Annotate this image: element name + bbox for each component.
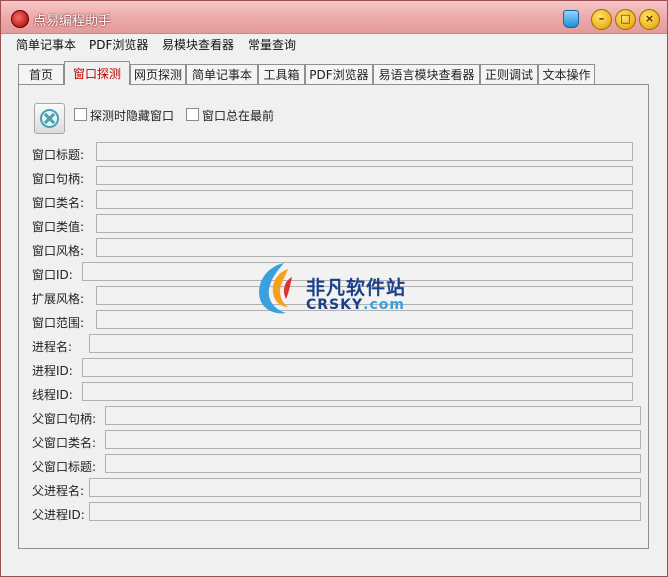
thread-id-field[interactable]	[82, 382, 633, 401]
status-bar	[1, 557, 667, 576]
parent-process-name-field[interactable]	[89, 478, 641, 497]
window-style-field[interactable]	[96, 238, 633, 257]
thread-id-label: 线程ID:	[32, 388, 73, 402]
window-title-field[interactable]	[96, 142, 633, 161]
tab-module-viewer[interactable]: 易语言模块查看器	[373, 64, 480, 84]
pin-icon[interactable]	[563, 10, 579, 28]
parent-handle-field[interactable]	[105, 406, 641, 425]
window-handle-label: 窗口句柄:	[32, 172, 85, 186]
window-class-value-label: 窗口类值:	[32, 220, 85, 234]
parent-title-label: 父窗口标题:	[32, 460, 97, 474]
tab-web-detect[interactable]: 网页探测	[130, 64, 186, 84]
menu-module-viewer[interactable]: 易模块查看器	[162, 36, 234, 53]
parent-handle-label: 父窗口句柄:	[32, 412, 97, 426]
tab-notepad[interactable]: 简单记事本	[186, 64, 258, 84]
tab-home[interactable]: 首页	[18, 64, 64, 84]
detect-button[interactable]	[34, 103, 65, 134]
watermark-en-main: CRSKY	[306, 297, 364, 313]
crsky-logo-icon	[259, 263, 292, 314]
menu-bar: 简单记事本 PDF浏览器 易模块查看器 常量查询	[1, 34, 667, 54]
window-id-label: 窗口ID:	[32, 268, 73, 282]
window-class-label: 窗口类名:	[32, 196, 85, 210]
tab-regex-debug[interactable]: 正则调试	[480, 64, 538, 84]
crsky-watermark: 非凡软件站 CRSKY.com	[254, 259, 416, 319]
menu-pdf-viewer[interactable]: PDF浏览器	[89, 36, 148, 53]
menu-constant-query[interactable]: 常量查询	[248, 36, 296, 53]
ext-style-label: 扩展风格:	[32, 292, 85, 306]
app-logo-icon	[11, 10, 29, 28]
parent-process-id-label: 父进程ID:	[32, 508, 85, 522]
parent-class-field[interactable]	[105, 430, 641, 449]
window-title: 点易编程助手	[33, 14, 112, 29]
hide-window-label: 探测时隐藏窗口	[90, 109, 175, 123]
checkbox-box[interactable]	[186, 108, 199, 121]
tab-pdf-viewer[interactable]: PDF浏览器	[305, 64, 373, 84]
title-bar[interactable]: 点易编程助手 – □ ×	[1, 1, 667, 34]
window-class-value-field[interactable]	[96, 214, 633, 233]
tab-window-detect[interactable]: 窗口探测	[64, 61, 130, 85]
window-style-label: 窗口风格:	[32, 244, 85, 258]
tab-toolbox[interactable]: 工具箱	[258, 64, 305, 84]
window-handle-field[interactable]	[96, 166, 633, 185]
process-name-field[interactable]	[89, 334, 633, 353]
always-on-top-label: 窗口总在最前	[202, 109, 275, 123]
watermark-cn-text: 非凡软件站	[306, 277, 407, 299]
close-button[interactable]: ×	[639, 9, 660, 30]
target-crosshair-icon	[40, 109, 59, 128]
window-title-label: 窗口标题:	[32, 148, 85, 162]
parent-process-name-label: 父进程名:	[32, 484, 85, 498]
parent-class-label: 父窗口类名:	[32, 436, 97, 450]
watermark-en-text: CRSKY.com	[306, 297, 405, 313]
process-id-label: 进程ID:	[32, 364, 73, 378]
app-window: 点易编程助手 – □ × 简单记事本 PDF浏览器 易模块查看器 常量查询 首页…	[0, 0, 668, 577]
hide-window-checkbox[interactable]: 探测时隐藏窗口	[74, 107, 174, 124]
parent-title-field[interactable]	[105, 454, 641, 473]
process-name-label: 进程名:	[32, 340, 73, 354]
maximize-button[interactable]: □	[615, 9, 636, 30]
window-class-field[interactable]	[96, 190, 633, 209]
checkbox-box[interactable]	[74, 108, 87, 121]
watermark-en-suffix: .com	[363, 297, 405, 313]
minimize-button[interactable]: –	[591, 9, 612, 30]
parent-process-id-field[interactable]	[89, 502, 641, 521]
window-rect-label: 窗口范围:	[32, 316, 85, 330]
always-on-top-checkbox[interactable]: 窗口总在最前	[186, 107, 274, 124]
tab-text-ops[interactable]: 文本操作	[538, 64, 595, 84]
menu-notepad[interactable]: 简单记事本	[16, 36, 76, 53]
process-id-field[interactable]	[82, 358, 633, 377]
